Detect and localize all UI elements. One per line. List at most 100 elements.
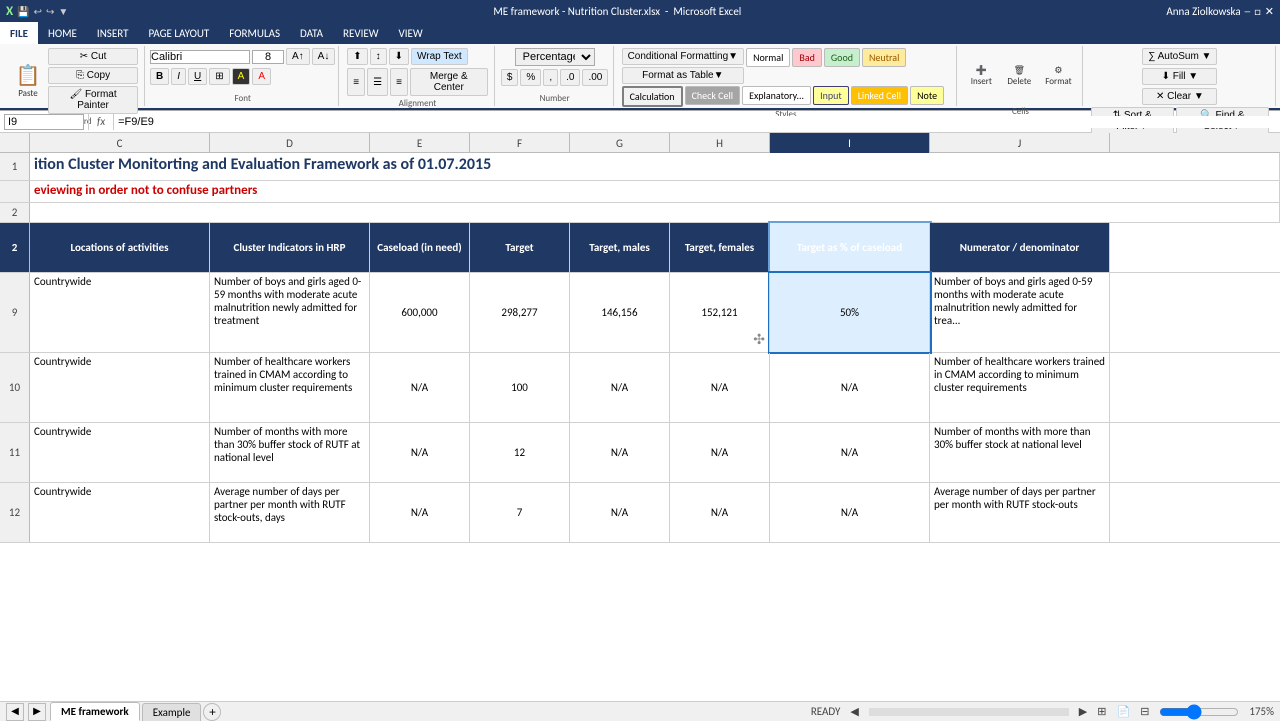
align-center-button[interactable]: ☰ xyxy=(367,68,388,96)
add-sheet-button[interactable]: + xyxy=(203,703,221,721)
quick-access-undo[interactable]: ↩ xyxy=(34,5,42,18)
style-check-cell[interactable]: Check Cell xyxy=(685,86,741,105)
zoom-slider[interactable] xyxy=(1159,704,1239,720)
view-page-break-button[interactable]: ⊟ xyxy=(1140,705,1149,718)
cell-c11[interactable]: Countrywide xyxy=(30,423,210,482)
tab-insert[interactable]: INSERT xyxy=(87,22,139,44)
col-header-h[interactable]: H xyxy=(670,133,770,153)
cell-i10[interactable]: N/A xyxy=(770,353,930,422)
cell-d12[interactable]: Average number of days per partner per m… xyxy=(210,483,370,542)
col-header-c[interactable]: C xyxy=(30,133,210,153)
sheet-nav-next[interactable]: ▶ xyxy=(28,703,46,721)
scroll-left[interactable]: ◀ xyxy=(850,705,858,718)
tab-file[interactable]: FILE xyxy=(0,22,38,44)
quick-access-save[interactable]: 💾 xyxy=(17,5,29,18)
col-header-d[interactable]: D xyxy=(210,133,370,153)
merge-center-button[interactable]: Merge & Center xyxy=(410,68,488,96)
autosum-button[interactable]: ∑ AutoSum ▼ xyxy=(1142,48,1217,65)
cell-i9[interactable]: 50% xyxy=(770,273,930,352)
col-header-e[interactable]: E xyxy=(370,133,470,153)
cell-j12[interactable]: Average number of days per partner per m… xyxy=(930,483,1110,542)
tab-view[interactable]: VIEW xyxy=(389,22,433,44)
cell-f9[interactable]: 298,277 xyxy=(470,273,570,352)
quick-access-more[interactable]: ▼ xyxy=(58,5,68,18)
quick-access-redo[interactable]: ↪ xyxy=(46,5,54,18)
cell-h11[interactable]: N/A xyxy=(670,423,770,482)
align-bottom-button[interactable]: ⬇ xyxy=(389,48,409,65)
cell-f12[interactable]: 7 xyxy=(470,483,570,542)
cell-e12[interactable]: N/A xyxy=(370,483,470,542)
style-normal[interactable]: Normal xyxy=(746,48,790,67)
blank-cell-2[interactable] xyxy=(30,203,1280,222)
cell-c10[interactable]: Countrywide xyxy=(30,353,210,422)
fill-button[interactable]: ⬇ Fill ▼ xyxy=(1142,68,1217,85)
format-as-table-button[interactable]: Format as Table▼ xyxy=(622,67,745,84)
cell-e9[interactable]: 600,000 xyxy=(370,273,470,352)
insert-cells-button[interactable]: ➕Insert xyxy=(963,48,999,104)
font-color-button[interactable]: A xyxy=(252,68,271,85)
cell-g10[interactable]: N/A xyxy=(570,353,670,422)
view-page-layout-button[interactable]: 📄 xyxy=(1116,705,1130,718)
format-painter-button[interactable]: 🖌 Format Painter xyxy=(48,86,138,114)
conditional-formatting-button[interactable]: Conditional Formatting▼ xyxy=(622,48,745,65)
minimize-button[interactable]: ─ xyxy=(1245,5,1251,18)
increase-decimal-button[interactable]: .0 xyxy=(560,69,580,86)
align-middle-button[interactable]: ↕ xyxy=(370,48,387,65)
copy-button[interactable]: ⎘ Copy xyxy=(48,67,138,84)
cell-g9[interactable]: 146,156 xyxy=(570,273,670,352)
name-box[interactable]: I9 xyxy=(4,114,84,130)
style-note[interactable]: Note xyxy=(910,86,944,105)
style-neutral[interactable]: Neutral xyxy=(862,48,906,67)
cell-c9[interactable]: Countrywide xyxy=(30,273,210,352)
font-name-input[interactable] xyxy=(150,50,250,64)
sheet-tab-me-framework[interactable]: ME framework xyxy=(50,702,140,721)
cell-g12[interactable]: N/A xyxy=(570,483,670,542)
sheet-tab-example[interactable]: Example xyxy=(142,703,202,721)
cell-h9[interactable]: 152,121 ✣ xyxy=(670,273,770,352)
cell-j10[interactable]: Number of healthcare workers trained in … xyxy=(930,353,1110,422)
cell-d9[interactable]: Number of boys and girls aged 0-59 month… xyxy=(210,273,370,352)
scroll-bar[interactable] xyxy=(869,708,1069,716)
fill-color-button[interactable]: A xyxy=(232,68,251,85)
bold-button[interactable]: B xyxy=(150,68,169,85)
underline-button[interactable]: U xyxy=(188,68,207,85)
cell-e10[interactable]: N/A xyxy=(370,353,470,422)
cell-i11[interactable]: N/A xyxy=(770,423,930,482)
cell-f10[interactable]: 100 xyxy=(470,353,570,422)
close-button[interactable]: ✕ xyxy=(1265,5,1274,18)
cell-h10[interactable]: N/A xyxy=(670,353,770,422)
maximize-button[interactable]: □ xyxy=(1254,5,1261,18)
wrap-text-button[interactable]: Wrap Text xyxy=(411,48,468,65)
cut-button[interactable]: ✂ Cut xyxy=(48,48,138,65)
cell-d10[interactable]: Number of healthcare workers trained in … xyxy=(210,353,370,422)
increase-font-button[interactable]: A↑ xyxy=(286,48,310,65)
style-input[interactable]: Input xyxy=(813,86,849,105)
cell-c12[interactable]: Countrywide xyxy=(30,483,210,542)
cell-h12[interactable]: N/A xyxy=(670,483,770,542)
delete-cells-button[interactable]: 🗑Delete xyxy=(1001,48,1037,104)
col-header-i[interactable]: I xyxy=(770,133,930,153)
formula-input[interactable]: =F9/E9 xyxy=(118,116,1276,128)
col-header-g[interactable]: G xyxy=(570,133,670,153)
border-button[interactable]: ⊞ xyxy=(209,68,229,85)
cell-j9[interactable]: Number of boys and girls aged 0-59 month… xyxy=(930,273,1110,352)
cell-d11[interactable]: Number of months with more than 30% buff… xyxy=(210,423,370,482)
decrease-decimal-button[interactable]: .00 xyxy=(582,69,608,86)
paste-button[interactable]: 📋 Paste xyxy=(10,53,46,109)
percent-button[interactable]: % xyxy=(520,69,541,86)
tab-formulas[interactable]: FORMULAS xyxy=(219,22,290,44)
style-bad[interactable]: Bad xyxy=(792,48,821,67)
style-linked-cell[interactable]: Linked Cell xyxy=(851,86,908,105)
style-calculation[interactable]: Calculation xyxy=(622,86,683,107)
tab-page-layout[interactable]: PAGE LAYOUT xyxy=(138,22,219,44)
style-explanatory[interactable]: Explanatory... xyxy=(742,86,811,105)
style-good[interactable]: Good xyxy=(824,48,860,67)
cell-f11[interactable]: 12 xyxy=(470,423,570,482)
align-right-button[interactable]: ≡ xyxy=(390,68,408,96)
cell-j11[interactable]: Number of months with more than 30% buff… xyxy=(930,423,1110,482)
view-normal-button[interactable]: ⊞ xyxy=(1097,705,1106,718)
cell-g11[interactable]: N/A xyxy=(570,423,670,482)
tab-data[interactable]: DATA xyxy=(290,22,333,44)
col-header-f[interactable]: F xyxy=(470,133,570,153)
align-top-button[interactable]: ⬆ xyxy=(347,48,367,65)
